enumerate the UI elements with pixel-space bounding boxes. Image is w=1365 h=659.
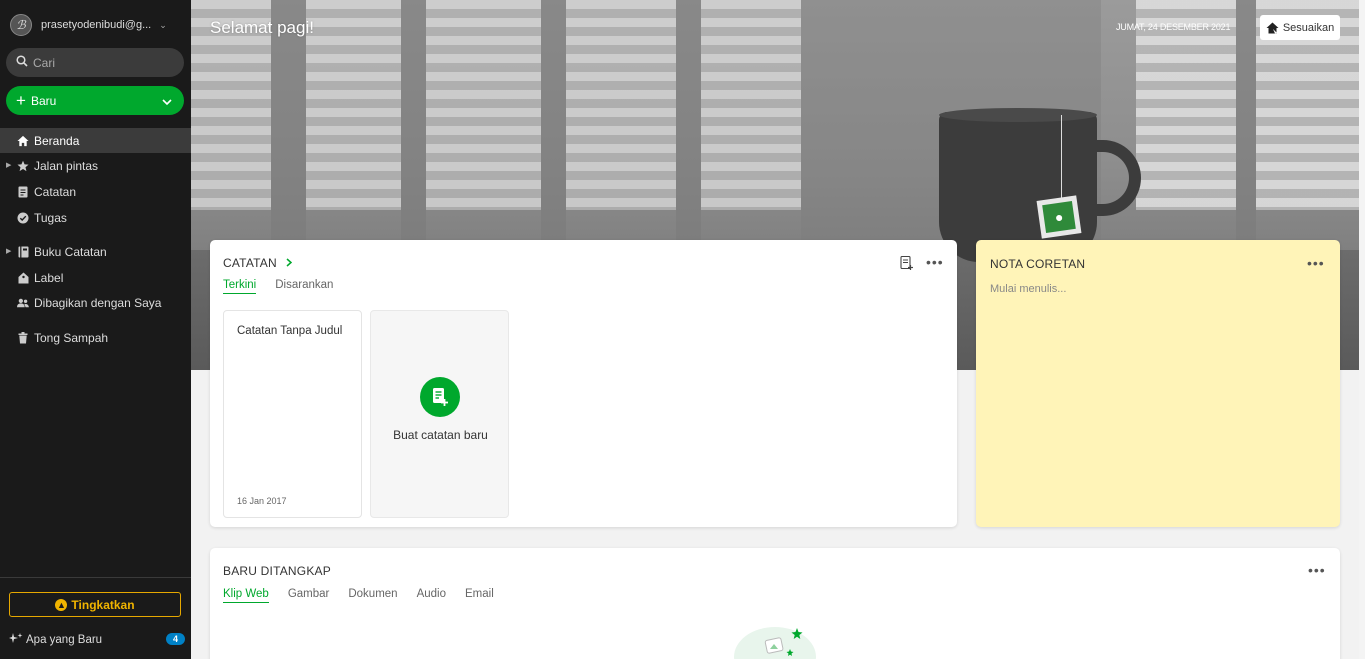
account-menu[interactable]: ℬ prasetyodenibudi@g... ⌄ (10, 13, 185, 37)
search-input[interactable] (33, 55, 173, 70)
sidebar-item-label: Tong Sampah (34, 330, 109, 345)
sidebar-item-notes[interactable]: Catatan (0, 179, 191, 204)
notes-widget-title: CATATAN (223, 256, 277, 270)
home-customize-icon (1266, 22, 1279, 34)
more-dots-icon[interactable]: ••• (926, 254, 944, 270)
scratch-pad-input[interactable]: Mulai menulis... (990, 283, 1066, 295)
note-title: Catatan Tanpa Judul (237, 325, 343, 337)
notebook-icon (17, 246, 29, 258)
plus-icon: + (16, 91, 26, 110)
sidebar-item-label: Dibagikan dengan Saya (34, 295, 162, 310)
recently-captured-title: BARU DITANGKAP (223, 564, 331, 578)
customize-button[interactable]: Sesuaikan (1260, 15, 1340, 40)
search-box[interactable] (6, 48, 184, 77)
customize-label: Sesuaikan (1282, 21, 1335, 34)
tab-audio[interactable]: Audio (417, 588, 446, 603)
chevron-down-icon[interactable] (162, 95, 172, 109)
note-card[interactable]: Catatan Tanpa Judul 16 Jan 2017 (223, 310, 362, 518)
arrow-right-icon (286, 256, 292, 270)
captured-tabs: Klip Web Gambar Dokumen Audio Email (223, 588, 513, 603)
whats-new-count-badge: 4 (165, 633, 185, 645)
sidebar-item-label: Buku Catatan (34, 244, 107, 259)
star-icon (17, 160, 29, 172)
expand-caret-icon[interactable]: ▶ (6, 161, 11, 169)
shared-users-icon (17, 297, 29, 309)
tab-images[interactable]: Gambar (288, 588, 330, 603)
more-dots-icon[interactable]: ••• (1308, 562, 1326, 578)
note-icon (17, 186, 29, 198)
tab-suggested[interactable]: Disarankan (275, 279, 333, 294)
chevron-down-icon: ⌄ (159, 19, 167, 30)
notes-tabs: Terkini Disarankan (223, 279, 352, 294)
tab-email[interactable]: Email (465, 588, 494, 603)
sidebar-item-label: Tugas (34, 210, 67, 225)
sidebar-item-label: Label (34, 270, 64, 285)
main-nav: Beranda ▶ Jalan pintas Catatan Tugas (0, 128, 191, 230)
sidebar-item-tasks[interactable]: Tugas (0, 205, 191, 230)
sidebar-item-label: Beranda (34, 133, 80, 148)
note-date: 16 Jan 2017 (237, 496, 287, 506)
sidebar: ℬ prasetyodenibudi@g... ⌄ + Baru Beranda… (0, 0, 191, 659)
check-circle-icon (17, 212, 29, 224)
sidebar-item-home[interactable]: Beranda (0, 128, 191, 153)
recently-captured-widget: BARU DITANGKAP ••• Klip Web Gambar Dokum… (210, 548, 1340, 659)
new-note-icon[interactable] (900, 255, 914, 275)
coin-icon: ▲ (55, 598, 68, 611)
new-button-label: Baru (30, 93, 57, 108)
tag-icon (17, 272, 29, 284)
sidebar-item-trash[interactable]: Tong Sampah (0, 325, 191, 350)
create-note-card[interactable]: Buat catatan baru (370, 310, 509, 518)
tab-web-clips[interactable]: Klip Web (223, 588, 269, 603)
home-icon (17, 135, 29, 147)
new-note-icon (420, 377, 460, 417)
create-note-label: Buat catatan baru (393, 428, 488, 442)
sidebar-item-label: Catatan (34, 184, 77, 199)
scrollbar[interactable] (1359, 0, 1365, 659)
upgrade-button[interactable]: ▲ Tingkatkan (9, 592, 181, 617)
avatar: ℬ (10, 14, 32, 36)
empty-state-illustration (734, 627, 816, 659)
new-button[interactable]: + Baru (6, 86, 184, 115)
search-icon (16, 54, 28, 72)
sidebar-item-label: Jalan pintas (34, 158, 99, 173)
secondary-nav: ▶ Buku Catatan Label Dibagikan dengan Sa… (0, 239, 191, 350)
whats-new-link[interactable]: Apa yang Baru 4 (9, 632, 185, 648)
trash-icon (17, 331, 29, 344)
expand-caret-icon[interactable]: ▶ (6, 247, 11, 255)
current-date: JUMAT, 24 DESEMBER 2021 (1116, 22, 1231, 32)
notes-widget-header[interactable]: CATATAN (223, 256, 292, 270)
tab-documents[interactable]: Dokumen (348, 588, 397, 603)
sidebar-item-shared[interactable]: Dibagikan dengan Saya (0, 290, 191, 315)
account-email: prasetyodenibudi@g... (41, 19, 152, 31)
evernote-tea-tag: ● (1036, 195, 1082, 239)
more-dots-icon[interactable]: ••• (1307, 255, 1325, 271)
scratch-pad-title: NOTA CORETAN (990, 257, 1086, 271)
sidebar-divider (0, 577, 191, 578)
tab-recent[interactable]: Terkini (223, 279, 257, 294)
scratch-pad-widget[interactable]: NOTA CORETAN ••• Mulai menulis... (976, 240, 1340, 527)
sidebar-item-notebooks[interactable]: ▶ Buku Catatan (0, 239, 191, 264)
sparkle-icon (9, 633, 23, 647)
notes-widget: CATATAN ••• Terkini Disarankan Catatan T… (210, 240, 957, 527)
sidebar-item-tags[interactable]: Label (0, 265, 191, 290)
elephant-logo-icon: ● (1042, 201, 1076, 233)
upgrade-label: Tingkatkan (71, 597, 135, 612)
sidebar-item-shortcuts[interactable]: ▶ Jalan pintas (0, 153, 191, 178)
greeting-title: Selamat pagi! (210, 18, 314, 37)
whats-new-label: Apa yang Baru (26, 634, 103, 646)
